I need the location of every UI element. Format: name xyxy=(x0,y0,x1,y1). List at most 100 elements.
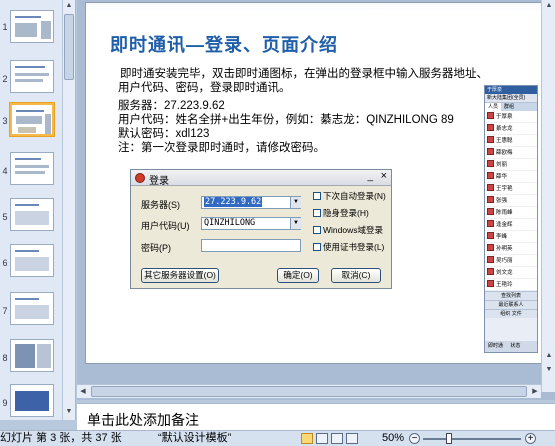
reading-view-icon[interactable] xyxy=(331,433,343,444)
zoom-slider-track[interactable] xyxy=(423,438,521,440)
tab-groups: 群组 xyxy=(504,104,515,110)
avatar-icon xyxy=(487,232,494,239)
zoom-slider-thumb[interactable] xyxy=(446,433,452,444)
thumb-number: 7 xyxy=(2,306,8,316)
user-value: QINZHILONG xyxy=(204,218,256,228)
im-contact-name: 薛欧梅 xyxy=(496,150,513,156)
im-contact-row: 王惠聪 xyxy=(485,135,537,147)
body-line: 用户代码、密码，登录即时通讯。 xyxy=(118,82,291,94)
avatar-icon xyxy=(487,148,494,155)
im-contact-name: 陈雨峰 xyxy=(496,210,513,216)
avatar-icon xyxy=(487,172,494,179)
thumb-number: 6 xyxy=(2,258,8,268)
im-contact-row: 孙明英 xyxy=(485,243,537,255)
next-slide-icon[interactable]: ▼ xyxy=(544,364,554,376)
avatar-icon xyxy=(487,268,494,275)
login-dialog-title: 登录 xyxy=(149,176,169,187)
im-contact-row: 刘文龙 xyxy=(485,267,537,279)
app-logo-icon xyxy=(135,173,145,183)
scroll-up-arrow-icon[interactable]: ▲ xyxy=(544,0,554,12)
im-panel-footer: 即时通 状态 xyxy=(485,341,537,352)
server-dropdown-icon: ▼ xyxy=(290,197,301,208)
im-panel-tabs: 人员 群组 xyxy=(485,103,537,111)
cancel-button: 取消(C) xyxy=(331,268,381,283)
body-line: 注：第一次登录即时通时，请修改密码。 xyxy=(118,142,325,154)
scroll-thumb[interactable] xyxy=(91,386,527,397)
im-panel-group: 新大陆集团(全员) xyxy=(485,94,537,103)
slide-thumbnail-3[interactable] xyxy=(10,103,54,136)
user-field: QINZHILONG xyxy=(201,217,301,230)
im-contact-name: 张强 xyxy=(496,198,508,204)
avatar-icon xyxy=(487,196,494,203)
im-contact-row: 王宇艳 xyxy=(485,183,537,195)
scroll-right-arrow-icon[interactable]: ▶ xyxy=(529,386,541,397)
thumbnail-scrollbar[interactable]: ▲ ▼ xyxy=(62,0,75,420)
slide-thumbnail-1[interactable] xyxy=(10,10,54,43)
body-line: 即时通安装完毕，双击即时通图标，在弹出的登录框中输入服务器地址、 xyxy=(120,68,488,80)
thumb-number: 2 xyxy=(2,74,8,84)
slideshow-view-icon[interactable] xyxy=(346,433,358,444)
slide-thumbnail-4[interactable] xyxy=(10,152,54,185)
password-field xyxy=(201,239,301,252)
slide-body-text[interactable]: 即时通安装完毕，双击即时通图标，在弹出的登录框中输入服务器地址、 用户代码、密码… xyxy=(118,67,498,155)
slide-title[interactable]: 即时通讯—登录、页面介绍 xyxy=(110,31,338,57)
scroll-thumb[interactable] xyxy=(64,14,74,80)
scroll-left-arrow-icon[interactable]: ◀ xyxy=(77,386,89,397)
user-dropdown-icon: ▼ xyxy=(290,218,301,229)
im-panel-header: 于厚泉 xyxy=(485,86,537,94)
slide-thumbnail-6[interactable] xyxy=(10,244,54,277)
body-line: 服务器：27.223.9.62 xyxy=(118,100,225,112)
im-contact-row: 吴巧丽 xyxy=(485,255,537,267)
slide-thumbnail-8[interactable] xyxy=(10,339,54,372)
ok-button: 确定(O) xyxy=(277,268,319,283)
im-contact-row: 李峰 xyxy=(485,231,537,243)
im-contact-name: 綦志龙 xyxy=(496,126,513,132)
normal-view-icon[interactable] xyxy=(301,433,313,444)
slide-thumbnail-pane[interactable]: 1 2 3 4 5 6 7 8 9 ▲ ▼ xyxy=(0,0,76,420)
notes-pane[interactable]: 单击此处添加备注 xyxy=(77,403,555,430)
slide-thumbnail-9[interactable] xyxy=(10,384,54,417)
slide-vertical-scrollbar[interactable]: ▲ ▲ ▼ xyxy=(541,0,555,392)
thumb-number: 4 xyxy=(2,166,8,176)
im-contact-name: 刘丽 xyxy=(496,162,508,168)
slide-editing-area: 即时通讯—登录、页面介绍 即时通安装完毕，双击即时通图标，在弹出的登录框中输入服… xyxy=(77,0,555,400)
close-icon: × xyxy=(380,170,387,182)
im-contact-row: 逢金辉 xyxy=(485,219,537,231)
im-contact-name: 薛华 xyxy=(496,174,508,180)
scroll-up-arrow-icon[interactable]: ▲ xyxy=(64,0,74,12)
im-contact-name: 吴巧丽 xyxy=(496,258,513,264)
im-contact-name: 刘文龙 xyxy=(496,270,513,276)
zoom-level[interactable]: 50% xyxy=(382,431,404,446)
body-line: 用户代码：姓名全拼+出生年份，例如：綦志龙：QINZHILONG 89 xyxy=(118,114,454,126)
avatar-icon xyxy=(487,244,494,251)
previous-slide-icon[interactable]: ▲ xyxy=(544,350,554,362)
user-label: 用户代码(U) xyxy=(141,221,190,231)
slide-horizontal-scrollbar[interactable]: ◀ ▶ xyxy=(77,384,541,398)
im-contact-name: 于厚泉 xyxy=(496,114,513,120)
avatar-icon xyxy=(487,160,494,167)
slide-thumbnail-2[interactable] xyxy=(10,60,54,93)
slide-thumbnail-5[interactable] xyxy=(10,198,54,231)
zoom-out-icon[interactable]: − xyxy=(409,433,420,444)
auto-login-checkbox: 下次自动登录(N) xyxy=(313,190,386,202)
status-bar: 幻灯片 第 3 张，共 37 张 “默认设计模板” 50% − + xyxy=(0,430,555,446)
im-contact-row: 王艳玲 xyxy=(485,279,537,291)
avatar-icon xyxy=(487,112,494,119)
slide-thumbnail-7[interactable] xyxy=(10,292,54,325)
im-action-buttons: 组织 文件 xyxy=(485,309,537,318)
view-buttons xyxy=(301,433,361,446)
zoom-in-icon[interactable]: + xyxy=(525,433,536,444)
windows-login-checkbox: Windows域登录 xyxy=(313,224,383,236)
avatar-icon xyxy=(487,124,494,131)
im-contact-panel-image[interactable]: 于厚泉 新大陆集团(全员) 人员 群组 于厚泉綦志龙王惠聪薛欧梅刘丽薛华王宇艳张强… xyxy=(484,85,538,353)
scroll-down-arrow-icon[interactable]: ▼ xyxy=(64,406,74,418)
thumb-number: 3 xyxy=(2,116,8,126)
im-contact-name: 王惠聪 xyxy=(496,138,513,144)
login-dialog-image[interactable]: 登录 _ × 服务器(S) 27.223.9.62 ▼ 用户代码(U) QINZ… xyxy=(130,169,392,289)
im-contact-name: 王艳玲 xyxy=(496,282,513,288)
slide-sorter-view-icon[interactable] xyxy=(316,433,328,444)
im-contact-list: 于厚泉綦志龙王惠聪薛欧梅刘丽薛华王宇艳张强陈雨峰逢金辉 李峰 孙明英吴巧丽刘文龙王艳… xyxy=(485,111,537,291)
hidden-login-checkbox: 隐身登录(H) xyxy=(313,207,369,219)
slide-canvas[interactable]: 即时通讯—登录、页面介绍 即时通安装完毕，双击即时通图标，在弹出的登录框中输入服… xyxy=(85,2,553,364)
notes-placeholder[interactable]: 单击此处添加备注 xyxy=(87,410,199,430)
